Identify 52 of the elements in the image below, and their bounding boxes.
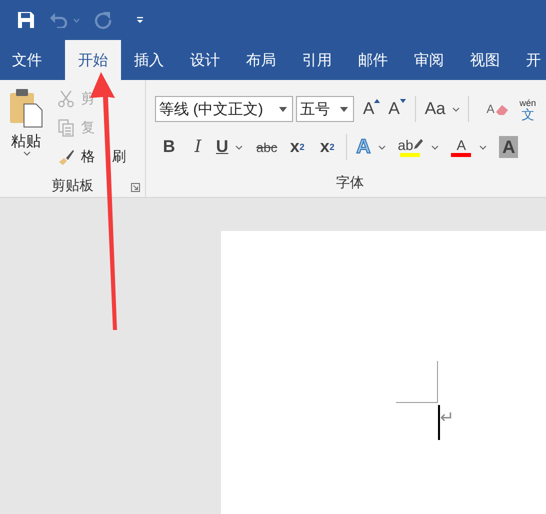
italic-button[interactable]: I xyxy=(183,134,213,160)
ribbon-tab[interactable]: 引用 xyxy=(289,40,345,80)
caret-icon[interactable] xyxy=(479,144,488,150)
copy-icon xyxy=(57,118,75,136)
paste-label[interactable]: 粘贴 xyxy=(11,132,41,151)
caret-icon[interactable] xyxy=(431,144,440,150)
character-shading-button[interactable]: A xyxy=(499,136,518,158)
shrink-font-button[interactable]: A xyxy=(385,96,409,122)
phonetic-guide-button[interactable]: wén 文 xyxy=(520,98,536,120)
font-size-field[interactable]: 五号 xyxy=(296,96,354,122)
paragraph-mark: ↵ xyxy=(440,407,454,428)
ribbon-tab[interactable]: 文件 xyxy=(0,40,54,80)
group-label: 剪贴板 xyxy=(52,177,94,195)
underline-button[interactable]: U xyxy=(213,134,232,160)
caret-icon[interactable] xyxy=(378,144,386,150)
margin-corner-mark xyxy=(396,361,438,403)
down-triangle-icon xyxy=(400,99,406,103)
ribbon-tab[interactable]: 设计 xyxy=(177,40,233,80)
clipboard-command[interactable]: 刷 xyxy=(112,148,126,166)
ribbon-tab[interactable]: 审阅 xyxy=(401,40,457,80)
launcher-icon[interactable] xyxy=(131,183,140,192)
grow-font-button[interactable]: A xyxy=(360,96,384,122)
font-name-field[interactable]: 等线 (中文正文) xyxy=(155,96,293,122)
dropdown-icon[interactable] xyxy=(279,106,287,112)
eraser-icon xyxy=(494,103,508,115)
up-triangle-icon xyxy=(374,99,380,103)
highlight-button[interactable]: ab xyxy=(394,133,428,161)
text-cursor xyxy=(438,405,440,440)
clear-formatting-button[interactable]: A xyxy=(483,96,512,122)
pen-icon xyxy=(413,138,424,150)
font-color-button[interactable]: A xyxy=(447,133,476,161)
ribbon-tab[interactable]: 邮件 xyxy=(345,40,401,80)
group-label: 字体 xyxy=(336,174,364,192)
ribbon-tab[interactable]: 视图 xyxy=(457,40,513,80)
paste-icon[interactable] xyxy=(9,88,43,128)
ribbon-tab[interactable]: 开始 xyxy=(65,40,121,80)
clipboard-command[interactable]: 格 xyxy=(81,148,95,166)
caret-icon[interactable] xyxy=(23,151,31,156)
ribbon-tab[interactable]: 布局 xyxy=(233,40,289,80)
scissors-icon xyxy=(57,90,75,108)
bold-button[interactable]: B xyxy=(155,134,183,160)
customize-icon[interactable] xyxy=(136,16,144,24)
caret-icon[interactable] xyxy=(235,144,244,150)
ribbon-tab[interactable]: 开 xyxy=(513,40,546,80)
superscript-button[interactable]: x$^{2}$ xyxy=(314,134,340,160)
brush-icon xyxy=(57,148,75,166)
save-icon[interactable] xyxy=(17,11,35,29)
strikethrough-button[interactable]: abc xyxy=(253,134,280,160)
dropdown-icon[interactable] xyxy=(340,106,348,112)
change-case-button[interactable]: Aa xyxy=(422,96,448,122)
caret-icon[interactable] xyxy=(452,106,460,112)
ribbon-tab[interactable]: 插入 xyxy=(121,40,177,80)
